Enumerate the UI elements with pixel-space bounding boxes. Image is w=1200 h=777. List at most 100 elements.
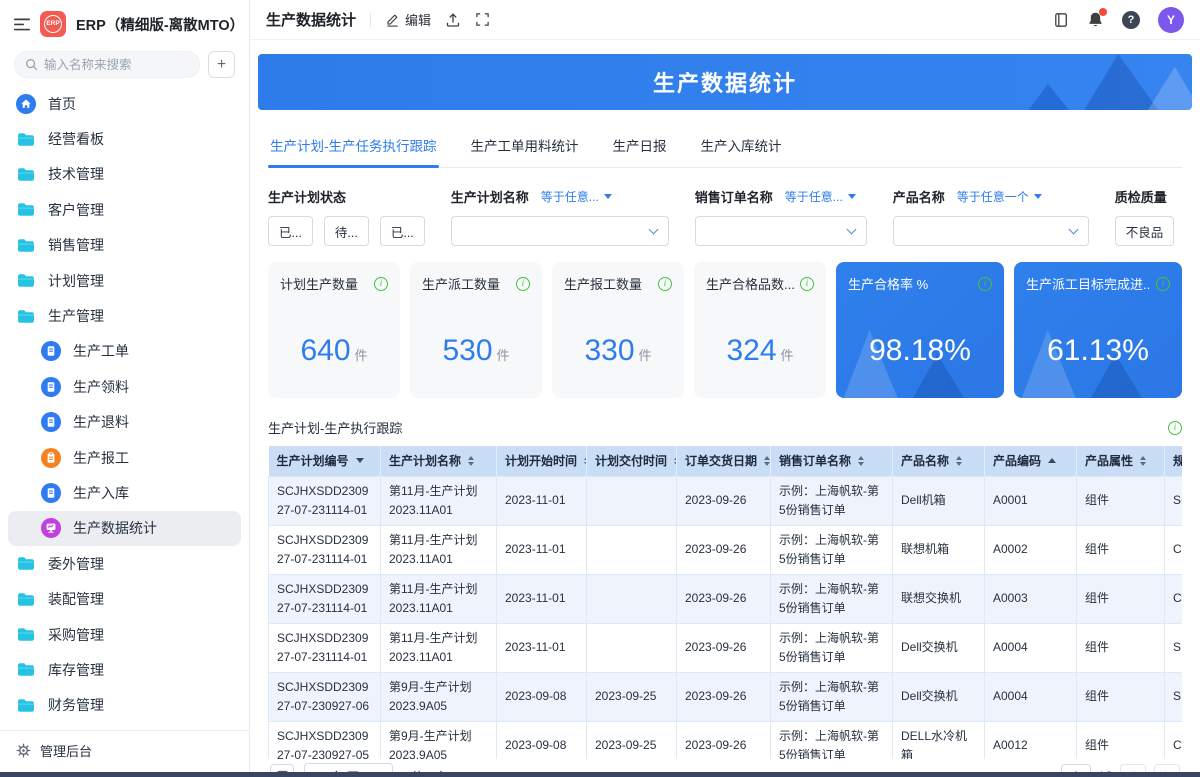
sort-asc-icon[interactable] xyxy=(1048,458,1057,464)
sidebar-item-return[interactable]: 生产退料 xyxy=(8,405,241,440)
sidebar-item-finance[interactable]: 财务管理 xyxy=(8,688,241,723)
info-icon[interactable]: i xyxy=(800,276,814,291)
filter-select[interactable] xyxy=(450,216,669,246)
tab-3[interactable]: 生产入库统计 xyxy=(699,124,784,167)
table-cell: 2023-09-26 xyxy=(676,720,771,759)
bottom-scrollbar[interactable] xyxy=(0,772,1200,777)
share-button[interactable] xyxy=(445,12,461,28)
column-header[interactable]: 生产计划编号 xyxy=(268,446,381,476)
table-row[interactable]: SCJHXSDD230927-07-231114-01 第11月-生产计划 202… xyxy=(268,524,1182,575)
info-icon[interactable]: i xyxy=(658,276,672,291)
document-icon xyxy=(41,341,61,362)
search-icon xyxy=(25,58,38,71)
info-icon[interactable]: i xyxy=(1168,420,1182,435)
edit-button[interactable]: 编辑 xyxy=(385,10,431,29)
sidebar-item-plan[interactable]: 计划管理 xyxy=(8,263,241,298)
sidebar-item-inbound[interactable]: 生产入库 xyxy=(8,475,241,510)
sidebar-item-inventory[interactable]: 库存管理 xyxy=(8,652,241,687)
sort-icon[interactable] xyxy=(764,455,770,466)
sidebar-item-purchasing[interactable]: 采购管理 xyxy=(8,617,241,652)
column-header[interactable]: 计划交付时间 xyxy=(586,446,677,476)
sidebar-item-tech[interactable]: 技术管理 xyxy=(8,157,241,192)
menu-toggle-icon[interactable] xyxy=(14,18,30,31)
sidebar-item-dashboard[interactable]: 经营看板 xyxy=(8,121,241,156)
table-row[interactable]: SCJHXSDD230927-07-231114-01 第11月-生产计划 202… xyxy=(268,475,1182,526)
stat-card-value: 330 xyxy=(584,334,635,367)
tab-0[interactable]: 生产计划-生产任务执行跟踪 xyxy=(268,124,439,168)
table-row[interactable]: SCJHXSDD230927-07-231114-01 第11月-生产计划 202… xyxy=(268,622,1182,673)
column-header[interactable]: 规格 xyxy=(1164,446,1182,476)
sidebar-item-work-order[interactable]: 生产工单 xyxy=(8,334,241,369)
sidebar-item-assembly[interactable]: 装配管理 xyxy=(8,581,241,616)
search-box[interactable] xyxy=(14,51,200,78)
content-inner: 生产计划-生产任务执行跟踪 生产工单用料统计 生产日报 生产入库统计 生产计划状态 已.… xyxy=(258,124,1192,777)
table-cell: A0001 xyxy=(984,475,1077,526)
filter-operator[interactable]: 等于任意... xyxy=(785,188,856,205)
sidebar-item-home[interactable]: 首页 xyxy=(8,86,241,121)
column-header-label: 产品编码 xyxy=(993,454,1042,469)
avatar[interactable]: Y xyxy=(1158,6,1184,33)
column-header[interactable]: 计划开始时间 xyxy=(496,446,587,476)
fullscreen-button[interactable] xyxy=(475,12,490,27)
table-cell: S xyxy=(1164,475,1182,526)
column-header[interactable]: 销售订单名称 xyxy=(770,446,893,476)
tab-2[interactable]: 生产日报 xyxy=(611,124,669,167)
column-header[interactable]: 订单交货日期 xyxy=(676,446,771,476)
table-cell: A0012 xyxy=(984,720,1077,759)
clipboard-icon xyxy=(41,447,61,468)
filter-operator[interactable]: 等于任意... xyxy=(541,188,612,205)
column-header-label: 生产计划名称 xyxy=(389,454,462,469)
sort-icon[interactable] xyxy=(956,455,963,466)
sidebar-item-production[interactable]: 生产管理 xyxy=(8,298,241,333)
table-row[interactable]: SCJHXSDD230927-07-230927-05 第9月-生产计划 2023… xyxy=(268,720,1182,759)
sidebar-item-outsourcing[interactable]: 委外管理 xyxy=(8,546,241,581)
column-header[interactable]: 生产计划名称 xyxy=(380,446,497,476)
column-header-label: 生产计划编号 xyxy=(276,454,349,469)
sidebar-item-label: 生产管理 xyxy=(48,308,104,325)
sidebar-item-sales[interactable]: 销售管理 xyxy=(8,228,241,263)
filter-group-2: 销售订单名称 等于任意... xyxy=(694,187,867,246)
filter-option-button[interactable]: 已... xyxy=(268,216,313,246)
info-icon[interactable]: i xyxy=(516,276,530,291)
notifications-button[interactable] xyxy=(1087,8,1107,28)
filter-option-button[interactable]: 待... xyxy=(323,216,369,246)
column-header[interactable]: 产品名称 xyxy=(892,446,985,476)
add-button[interactable]: + xyxy=(208,51,235,78)
filter-operator[interactable]: 等于任意一个 xyxy=(957,188,1042,205)
stat-card-unit: 件 xyxy=(354,348,368,363)
table-row[interactable]: SCJHXSDD230927-07-231114-01 第11月-生产计划 202… xyxy=(268,573,1182,624)
info-icon[interactable]: i xyxy=(374,276,388,291)
filter-select[interactable] xyxy=(694,216,867,246)
info-icon[interactable]: i xyxy=(978,276,992,291)
sort-icon[interactable] xyxy=(858,455,865,466)
page: ERP ERP（精细版-离散MTO） + 首页经营看板技术管理客户管理销售管理计… xyxy=(0,0,1200,777)
table-cell: 2023-09-08 xyxy=(496,671,587,722)
filter-group-0: 生产计划状态 已... 待... 已... xyxy=(268,187,425,246)
sidebar-item-picking[interactable]: 生产领料 xyxy=(8,369,241,404)
stat-card-value: 324 xyxy=(726,334,777,367)
folder-icon xyxy=(16,592,36,607)
filter-option-button[interactable]: 不良品 xyxy=(1114,216,1175,246)
sidebar-item-prod-stats[interactable]: 生产数据统计 xyxy=(8,510,241,547)
help-button[interactable]: ? xyxy=(1122,10,1140,29)
filter-caret-icon[interactable] xyxy=(355,458,364,464)
sidebar-item-label: 生产入库 xyxy=(73,484,129,501)
sort-icon[interactable] xyxy=(468,455,475,466)
column-header[interactable]: 产品属性 xyxy=(1076,446,1165,476)
table-row[interactable]: SCJHXSDD230927-07-230927-06 第9月-生产计划 2023… xyxy=(268,671,1182,722)
chevron-down-icon xyxy=(648,224,659,234)
filter-select[interactable] xyxy=(892,216,1089,246)
filter-option-button[interactable]: 已... xyxy=(379,216,425,246)
admin-backend-link[interactable]: 管理后台 xyxy=(0,730,249,772)
column-header[interactable]: 产品编码 xyxy=(984,446,1077,476)
search-input[interactable] xyxy=(44,57,189,72)
table-cell: C xyxy=(1164,573,1182,624)
tab-1[interactable]: 生产工单用料统计 xyxy=(469,124,581,167)
sidebar-item-report-work[interactable]: 生产报工 xyxy=(8,440,241,475)
notebook-button[interactable] xyxy=(1053,12,1069,28)
table-cell: A0002 xyxy=(984,524,1077,575)
sort-icon[interactable] xyxy=(1140,455,1147,466)
table-title: 生产计划-生产执行跟踪 xyxy=(268,421,403,436)
info-icon[interactable]: i xyxy=(1156,276,1170,291)
sidebar-item-customer[interactable]: 客户管理 xyxy=(8,192,241,227)
